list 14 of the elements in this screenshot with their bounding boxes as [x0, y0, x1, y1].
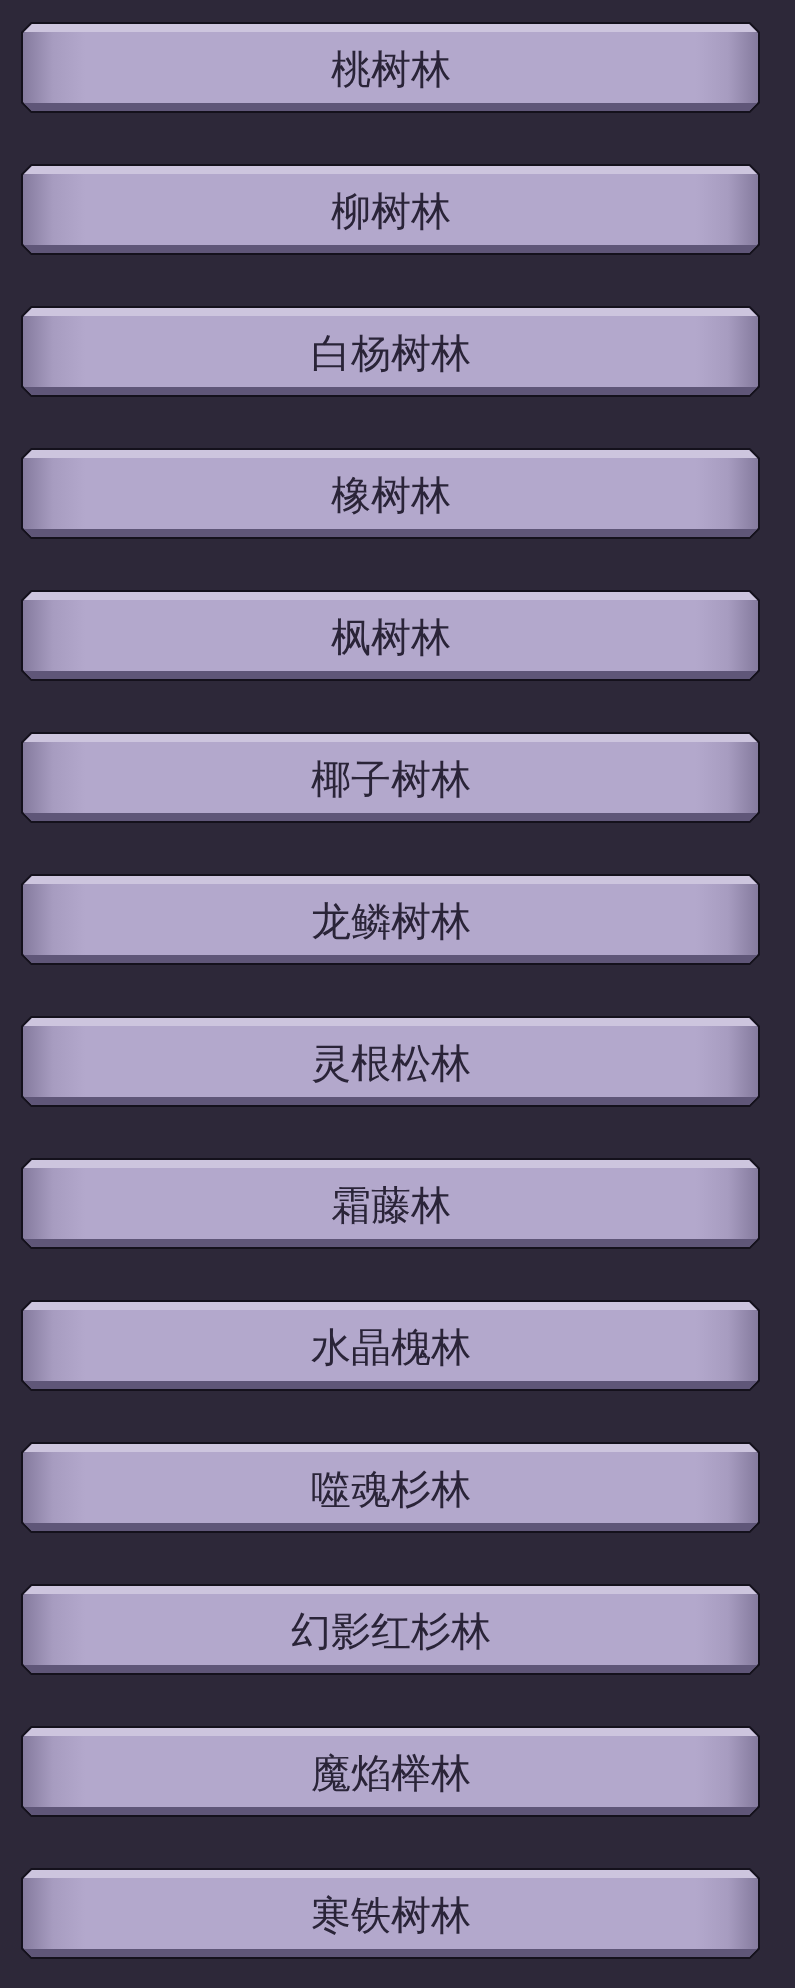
biome-button[interactable]: 水晶槐林 [21, 1300, 760, 1391]
biome-button[interactable]: 噬魂杉林 [21, 1442, 760, 1533]
biome-button[interactable]: 枫树林 [21, 590, 760, 681]
biome-button[interactable]: 灵根松林 [21, 1016, 760, 1107]
biome-button[interactable]: 白杨树林 [21, 306, 760, 397]
biome-button[interactable]: 橡树林 [21, 448, 760, 539]
biome-button[interactable]: 椰子树林 [21, 732, 760, 823]
biome-button[interactable]: 寒铁树林 [21, 1868, 760, 1959]
biome-button[interactable]: 霜藤林 [21, 1158, 760, 1249]
biome-button[interactable]: 柳树林 [21, 164, 760, 255]
biome-button[interactable]: 桃树林 [21, 22, 760, 113]
biome-button[interactable]: 魔焰榉林 [21, 1726, 760, 1817]
biome-button[interactable]: 幻影红杉林 [21, 1584, 760, 1675]
biome-button[interactable]: 龙鳞树林 [21, 874, 760, 965]
